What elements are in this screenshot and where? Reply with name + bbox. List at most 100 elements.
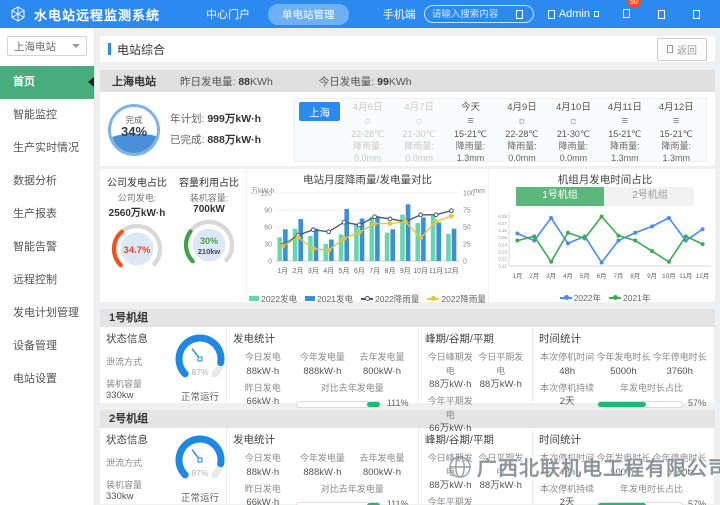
sidebar-item-5[interactable]: 智能告警 [0, 231, 94, 264]
capacity-label: 装机容量 [106, 478, 164, 491]
page-title: 电站综合 [117, 41, 657, 58]
weather-date: 4月6日 [342, 102, 393, 115]
svg-text:2月: 2月 [293, 267, 304, 275]
status-title: 状态信息 [106, 331, 164, 346]
weather-day-2: 今天≡15-21℃降雨量:1.3mm [445, 102, 496, 158]
stat-label: 今年停电时长 [652, 452, 708, 466]
sidebar-item-8[interactable]: 设备管理 [0, 330, 94, 363]
stat-label: 今年发电量 [293, 351, 353, 365]
ratio-gauges-block: 公司发电占比 公司发电: 2560万kW·h 34.7% 容量利用占比 装机容量… [100, 169, 246, 302]
svg-text:34.7%: 34.7% [124, 245, 151, 256]
unit-time-chart: 机组月发电时间占比 1号机组2号机组 0.280.270.260.250.240… [488, 169, 720, 302]
bell-icon [623, 9, 630, 18]
stat-label: 今年平期发电 [425, 496, 476, 505]
fullscreen-icon[interactable] [658, 10, 665, 19]
city-tab-shanghai[interactable]: 上海 [299, 102, 340, 121]
user-menu[interactable]: Admin [548, 8, 599, 20]
legend-item[interactable]: 2022发电 [249, 293, 297, 305]
unit-tab-1[interactable]: 1号机组 [516, 187, 604, 206]
section-header: 电站综合 返回 [100, 36, 715, 62]
search-icon[interactable] [516, 10, 523, 19]
back-button[interactable]: 返回 [657, 38, 707, 61]
weather-temp: 21-30℃ [393, 128, 444, 140]
legend-item[interactable]: 2021发电 [305, 293, 353, 305]
svg-text:8月: 8月 [385, 267, 396, 275]
section-tick [108, 43, 111, 55]
sidebar-item-9[interactable]: 电站设置 [0, 363, 94, 396]
nav-single-station[interactable]: 单电站管理 [268, 4, 349, 25]
legend-item[interactable]: 2022降雨量 [361, 293, 419, 305]
sidebar-item-1[interactable]: 智能监控 [0, 99, 94, 132]
monthly-compare-chart: 电站月度降雨量/发电量对比 03060901200255075100万kW·hm… [246, 169, 488, 302]
svg-text:0.26: 0.26 [498, 228, 507, 233]
legend-item[interactable]: 2022降雨量 [427, 293, 485, 305]
search-box[interactable] [424, 5, 534, 23]
compare-percent: 111% [387, 498, 409, 505]
stat-label: 今日平期发电 [476, 452, 527, 479]
legend-item[interactable]: 2022年 [560, 292, 601, 304]
period-group: 峰期/谷期/平期今日峰期发电88万kW·h今日平期发电88万kW·h今年平期发电… [419, 327, 533, 403]
sidebar-item-3[interactable]: 数据分析 [0, 165, 94, 198]
stat-value: 48h [539, 466, 595, 480]
generation-stats-title: 发电统计 [233, 331, 412, 346]
stat-value: 3760h [652, 365, 708, 379]
overview-panel: 完成 34% 年计划: 999万kW·h 已完成: 888万kW·h 上海 4月… [100, 92, 715, 166]
company-gauge-arc: 34.7% [102, 219, 172, 284]
logout-icon[interactable] [693, 10, 700, 19]
stat-label: 本次停机持续 [539, 483, 595, 497]
stat-value: 888kW·h [293, 365, 353, 379]
company-gauge-title: 公司发电占比 [102, 174, 172, 189]
ratio-progress-bar [597, 502, 683, 505]
sidebar-item-2[interactable]: 生产实时情况 [0, 132, 94, 165]
sidebar-item-6[interactable]: 远程控制 [0, 264, 94, 297]
legend-item[interactable]: 2021年 [609, 292, 650, 304]
sun-weather-icon: ☼ [342, 115, 393, 128]
collapse-arrow-icon[interactable] [88, 77, 94, 87]
weather-rain-value: 0.0mm [496, 152, 547, 164]
svg-text:0.22: 0.22 [498, 256, 507, 261]
svg-text:5月: 5月 [339, 267, 350, 275]
compare-percent: 111% [387, 397, 409, 411]
completion-percent: 34% [111, 124, 157, 139]
user-name: Admin [559, 8, 590, 20]
weather-forecast: 上海 4月6日☼22-28℃降雨量:0.0mm4月7日☼21-30℃降雨量:0.… [294, 98, 707, 162]
stat-label: 去年发电量 [352, 351, 412, 365]
time-stats-group: 时间统计本次停机时间48h今年发电时长5000h今年停电时长3760h本次停机持… [533, 327, 715, 403]
charts-row: 公司发电占比 公司发电: 2560万kW·h 34.7% 容量利用占比 装机容量… [100, 168, 715, 302]
chevron-down-icon [594, 11, 599, 17]
haze-weather-icon: ≡ [599, 115, 650, 128]
unit-status-gauge: 87%正常运行 [164, 432, 236, 500]
stat-label: 今年发电时长 [595, 351, 651, 365]
generation-stats-group: 发电统计今日发电88kW·h今年发电量888kW·h去年发电量800kW·h昨日… [227, 327, 419, 403]
svg-text:0.21: 0.21 [498, 264, 507, 269]
sidebar-item-7[interactable]: 发电计划管理 [0, 297, 94, 330]
stat-value: 2天 [539, 496, 595, 505]
weather-temp: 15-21℃ [599, 128, 650, 140]
capacity-gauge-subvalue: 700kW [174, 204, 244, 215]
sidebar-item-4[interactable]: 生产报表 [0, 198, 94, 231]
svg-text:11月: 11月 [679, 272, 692, 280]
svg-text:10月: 10月 [413, 267, 428, 275]
notification-bell[interactable]: 50 [623, 5, 630, 23]
svg-text:8月: 8月 [630, 272, 640, 280]
search-input[interactable] [432, 9, 512, 20]
nav-center-portal[interactable]: 中心门户 [196, 4, 260, 24]
unit-title: 2号机组 [100, 410, 715, 428]
period-title: 峰期/谷期/平期 [425, 331, 526, 346]
svg-text:9月: 9月 [400, 267, 411, 275]
sidebar-item-0[interactable]: 首页 [0, 66, 94, 99]
compare-cell: 对比去年发电量111% [293, 382, 412, 411]
stat-value: 800kW·h [352, 365, 412, 379]
stat-cell: 昨日发电66kW·h [233, 382, 293, 411]
company-generation-gauge: 公司发电占比 公司发电: 2560万kW·h 34.7% [102, 174, 172, 297]
svg-text:87%: 87% [191, 367, 208, 377]
capacity-gauge-sublabel: 装机容量: [174, 191, 244, 204]
station-select[interactable]: 上海电站 [7, 36, 87, 56]
svg-text:0: 0 [268, 259, 272, 266]
stat-value: 5000h [595, 466, 651, 480]
svg-text:4月: 4月 [323, 267, 334, 275]
capacity-usage-gauge: 容量利用占比 装机容量: 700kW 30%210kw [174, 174, 244, 297]
unit-tab-2[interactable]: 2号机组 [606, 187, 694, 206]
mobile-link[interactable]: 手机端 [383, 6, 416, 22]
weather-temp: 22-28℃ [496, 128, 547, 140]
